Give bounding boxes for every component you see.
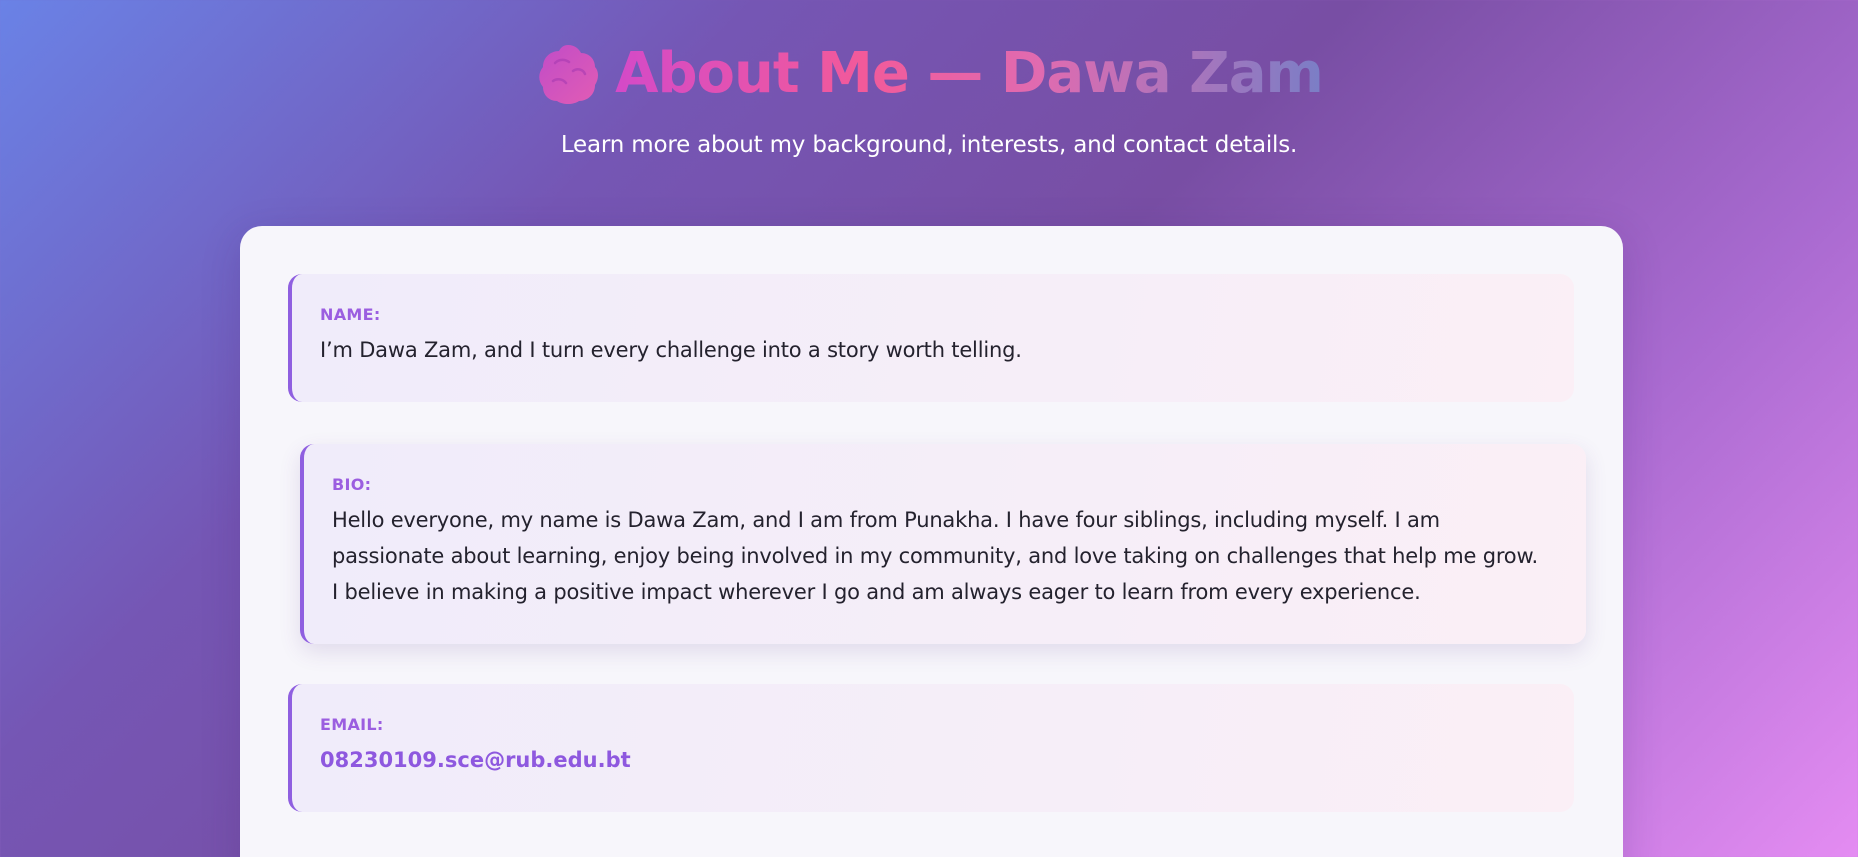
name-section: NAME: I’m Dawa Zam, and I turn every cha… [288,274,1574,402]
name-value: I’m Dawa Zam, and I turn every challenge… [320,338,1022,362]
bio-section: BIO: Hello everyone, my name is Dawa Zam… [300,444,1586,644]
page-title: About Me — Dawa Zam [615,38,1324,110]
title-row: About Me — Dawa Zam [0,38,1858,110]
about-card: NAME: I’m Dawa Zam, and I turn every cha… [240,226,1623,857]
page-subtitle: Learn more about my background, interest… [560,132,1298,158]
name-label: NAME: [320,305,381,324]
blob-icon [539,45,599,104]
email-label: EMAIL: [320,715,384,734]
bio-value: Hello everyone, my name is Dawa Zam, and… [332,508,1538,604]
email-link[interactable]: 08230109.sce@rub.edu.bt [320,748,631,772]
email-section: EMAIL: 08230109.sce@rub.edu.bt [288,684,1574,812]
bio-label: BIO: [332,475,372,494]
